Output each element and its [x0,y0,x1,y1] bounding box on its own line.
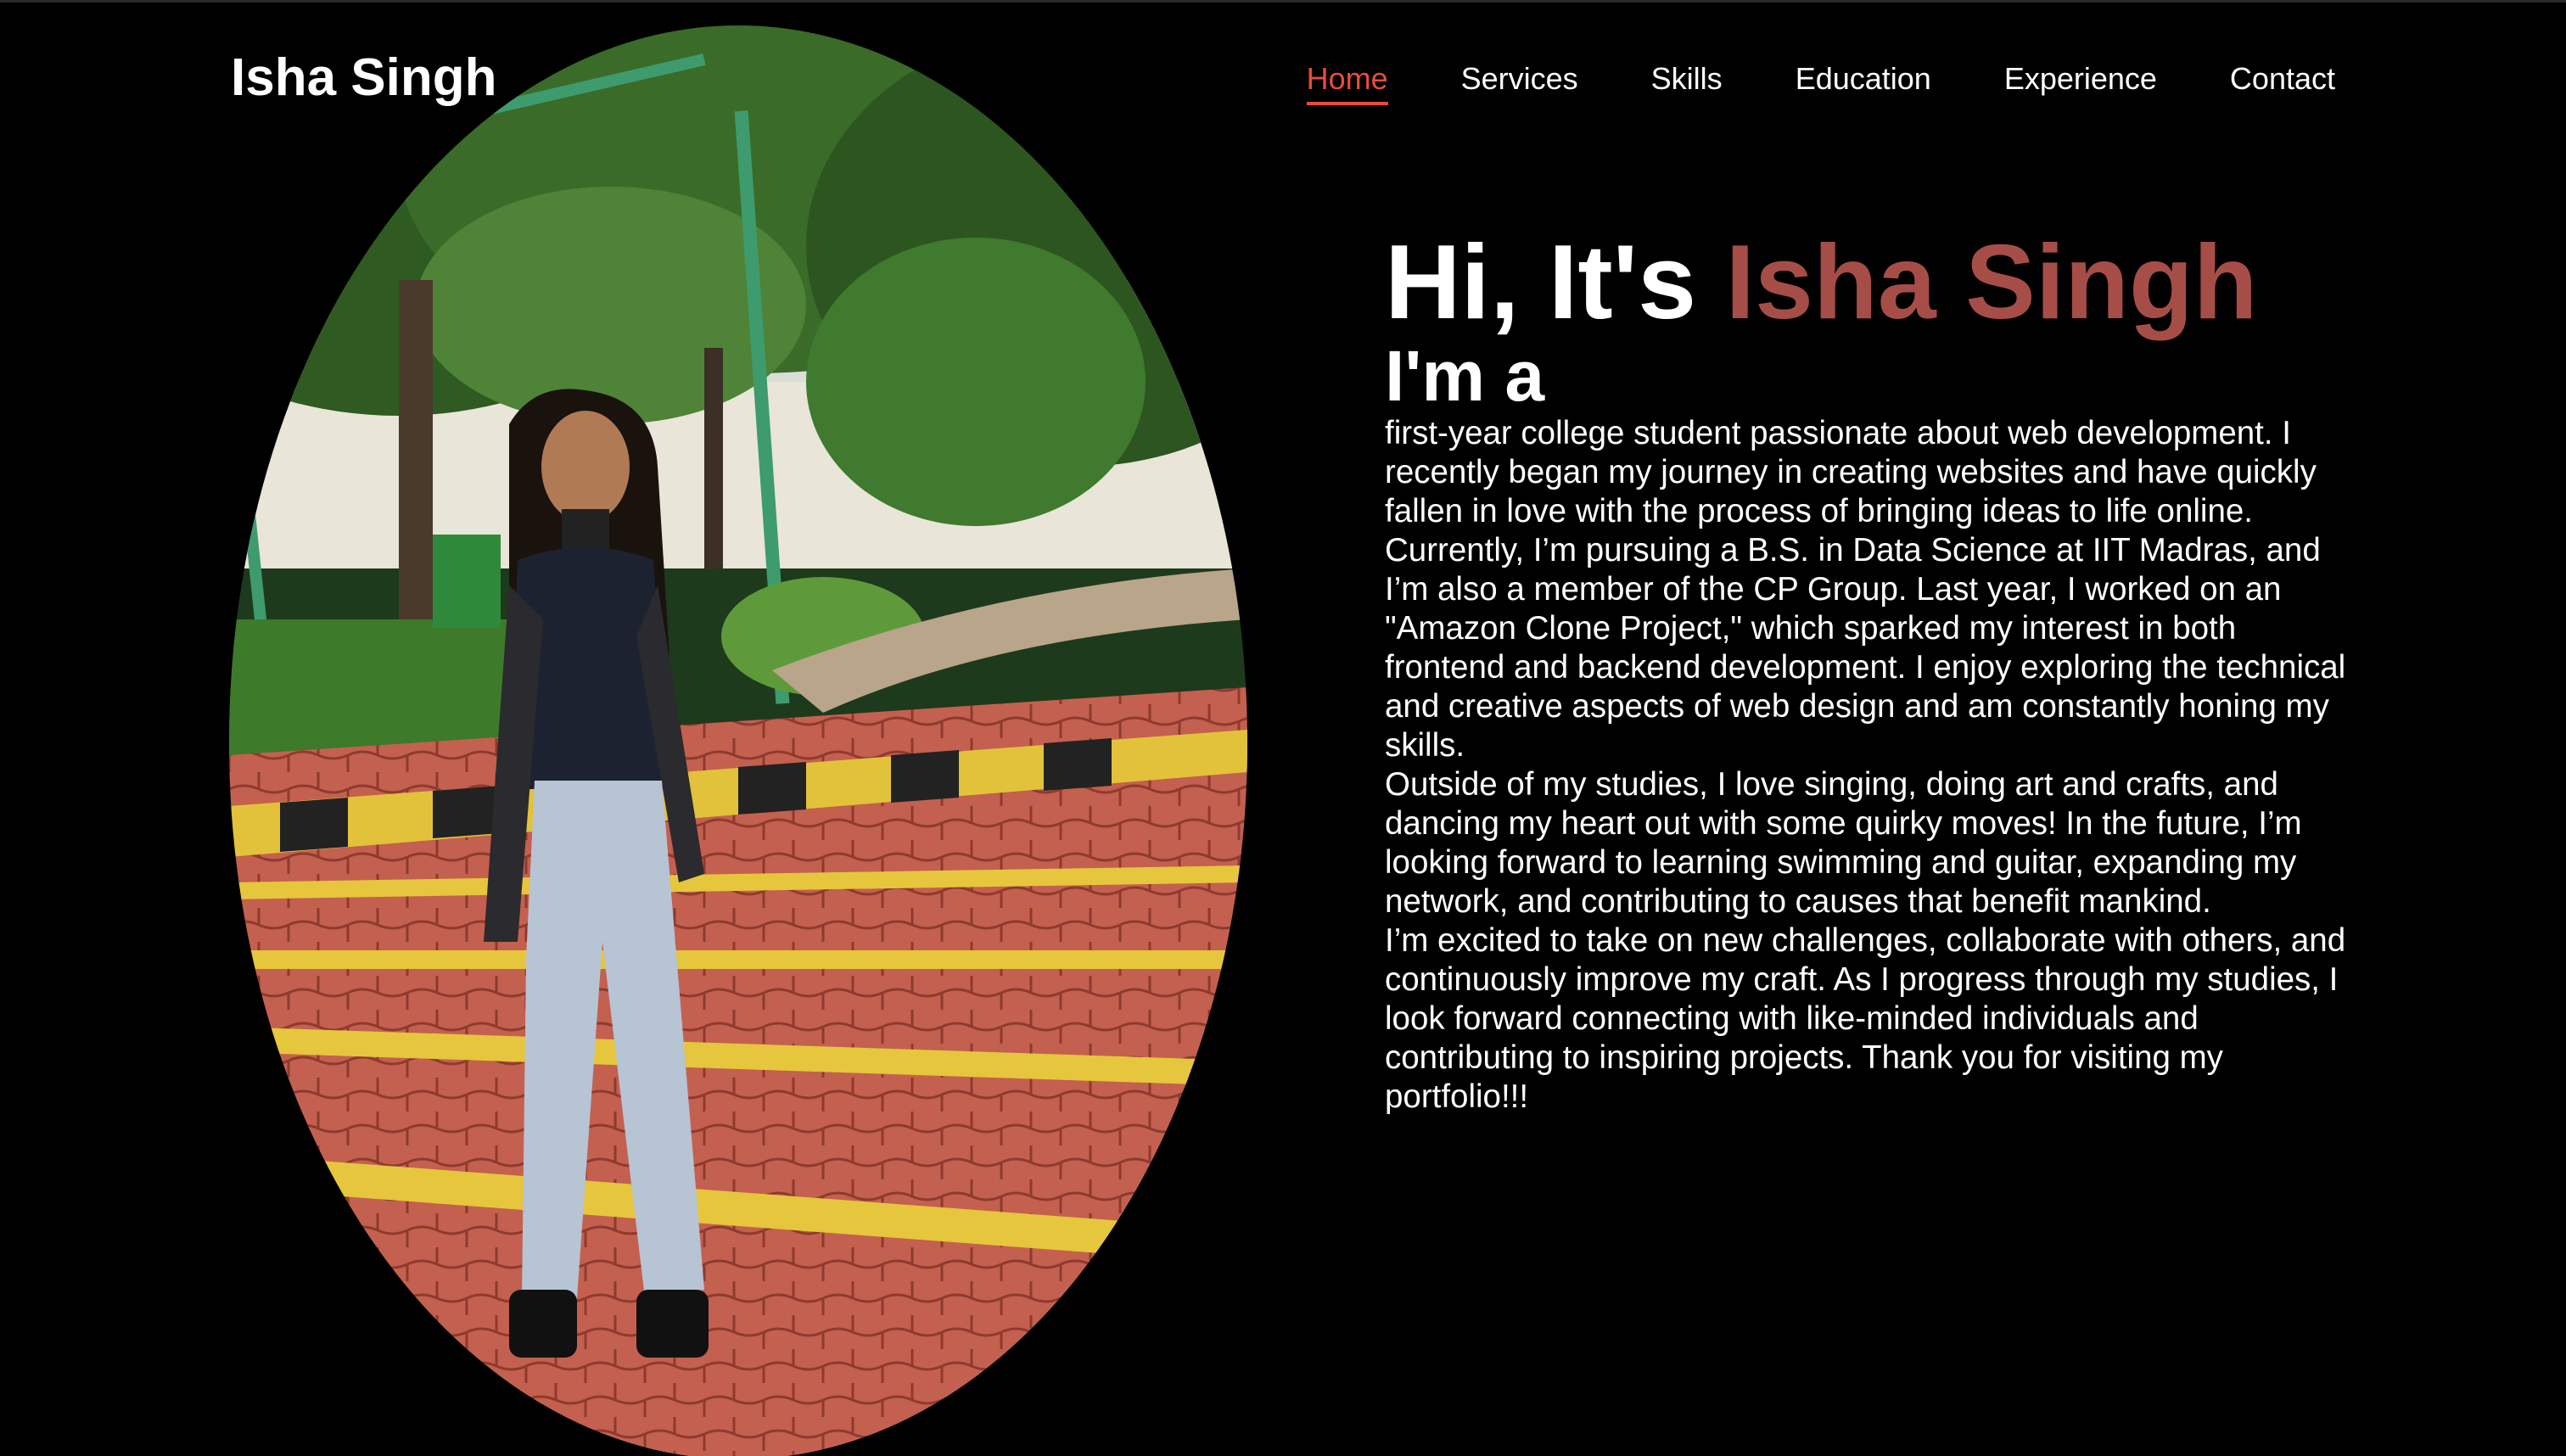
window-top-border [0,0,2566,3]
nav-contact[interactable]: Contact [2230,61,2335,105]
main-nav: Home Services Skills Education Experienc… [1234,61,2335,105]
hero-section: Hi, It's Isha Singh I'm a first-year col… [1385,225,2352,1117]
bio-paragraph: first-year college student passionate ab… [1385,414,2317,529]
bio-paragraph: Currently, I’m pursuing a B.S. in Data S… [1385,531,2346,764]
bio: first-year college student passionate ab… [1385,414,2352,1117]
nav-home[interactable]: Home [1306,61,1388,105]
hero-greeting: Hi, It's Isha Singh [1385,225,2352,340]
bio-paragraph: I’m excited to take on new challenges, c… [1385,921,2346,1115]
profile-photo [229,25,1247,1456]
profile-photo-illustration [229,25,1247,1456]
greeting-prefix: Hi, It's [1385,224,1726,341]
bio-paragraph: Outside of my studies, I love singing, d… [1385,765,2302,920]
site-logo[interactable]: Isha Singh [231,48,496,108]
nav-education[interactable]: Education [1796,61,1931,105]
nav-skills[interactable]: Skills [1651,61,1723,105]
hero-name: Isha Singh [1725,224,2258,341]
nav-services[interactable]: Services [1461,61,1578,105]
nav-experience[interactable]: Experience [2004,61,2157,105]
hero-role: I'm a [1385,336,1545,417]
